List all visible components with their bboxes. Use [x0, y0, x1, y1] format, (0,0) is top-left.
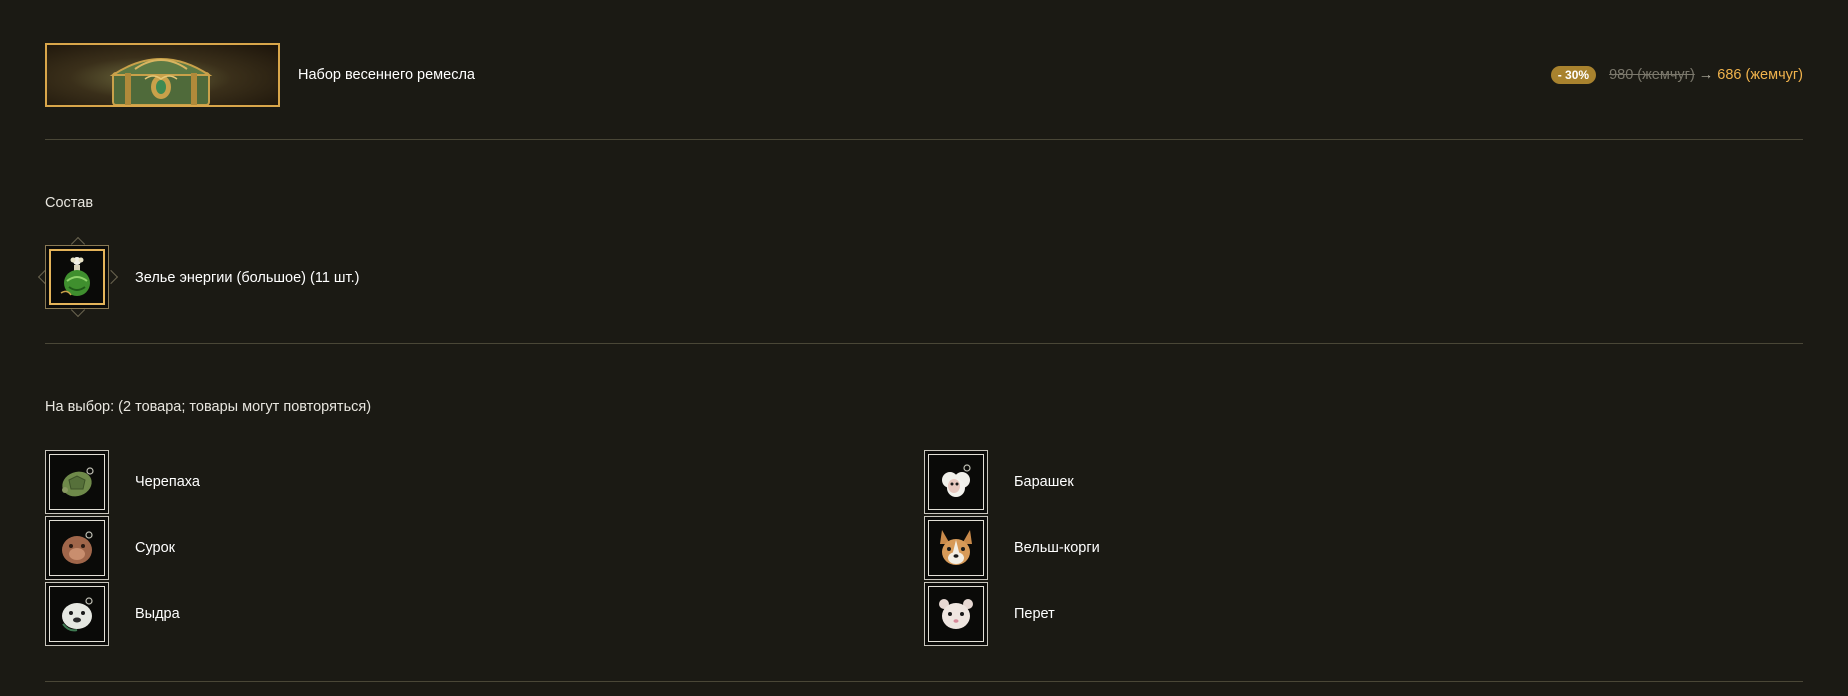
choice-item-name: Барашек	[1014, 474, 1074, 490]
item-slot[interactable]	[45, 245, 109, 309]
choice-item-name: Сурок	[135, 540, 176, 556]
item-slot[interactable]	[45, 516, 109, 580]
product-banner	[45, 43, 280, 107]
product-page: Набор весеннего ремесла - 30% 980 (жемчу…	[0, 0, 1848, 696]
otter-icon	[62, 597, 93, 632]
divider	[45, 343, 1803, 344]
item-slot[interactable]	[45, 582, 109, 646]
turtle-icon	[62, 467, 94, 497]
ferret-icon	[939, 599, 973, 629]
item-slot[interactable]	[924, 450, 988, 514]
choice-item-name: Черепаха	[135, 474, 200, 490]
divider	[45, 681, 1803, 682]
contents-item-name: Зелье энергии (большое) (11 шт.)	[135, 270, 360, 286]
product-title: Набор весеннего ремесла	[298, 67, 475, 83]
marmot-icon	[62, 531, 93, 564]
price-block: - 30% 980 (жемчуг) → 686 (жемчуг)	[1550, 66, 1803, 84]
old-price: 980 (жемчуг)	[1609, 67, 1695, 83]
treasure-chest-icon	[109, 58, 213, 105]
energy-potion-icon	[60, 257, 90, 296]
sheep-icon	[942, 464, 971, 497]
contents-label: Состав	[45, 195, 94, 211]
item-slot[interactable]	[45, 450, 109, 514]
discount-badge: - 30%	[1550, 66, 1597, 84]
choice-label: На выбор: (2 товара; товары могут повтор…	[45, 399, 372, 415]
item-slot[interactable]	[924, 582, 988, 646]
choice-item-name: Вельш-корги	[1014, 540, 1100, 556]
choice-item-name: Перет	[1014, 606, 1055, 622]
choice-item-name: Выдра	[135, 606, 180, 622]
new-price: 686 (жемчуг)	[1717, 67, 1803, 83]
price-arrow: →	[1698, 67, 1714, 83]
item-slot[interactable]	[924, 516, 988, 580]
product-header: Набор весеннего ремесла - 30% 980 (жемчу…	[45, 43, 1803, 107]
corgi-icon	[940, 530, 972, 565]
divider	[45, 139, 1803, 140]
